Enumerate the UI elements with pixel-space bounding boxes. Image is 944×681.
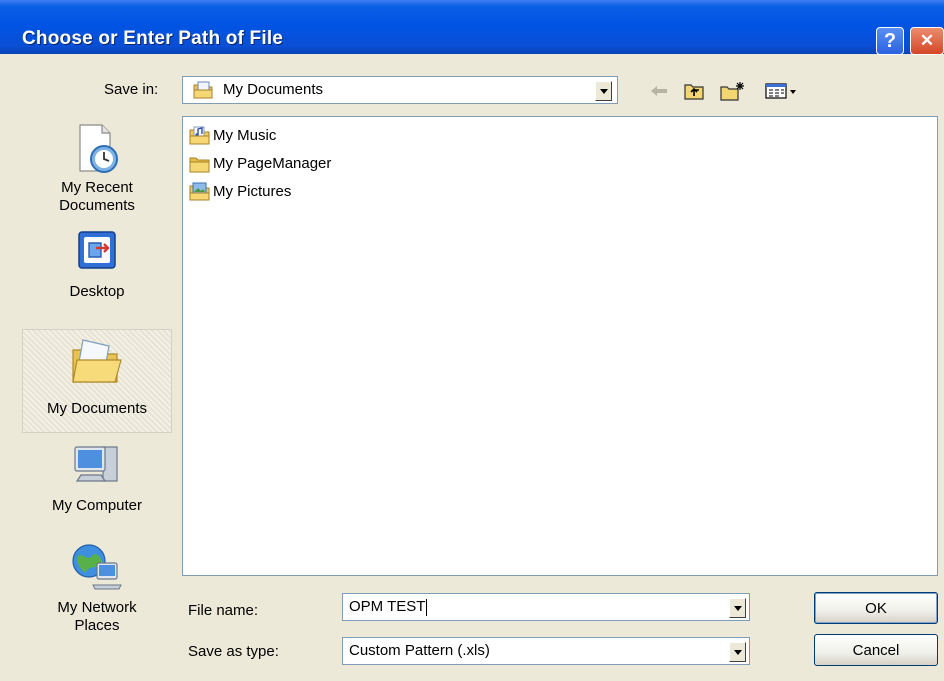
cancel-button-label: Cancel	[852, 641, 900, 659]
file-list[interactable]: My Music My PageManager My Pictures	[182, 116, 938, 576]
list-item[interactable]: My Music	[189, 125, 276, 145]
save-as-type-value: Custom Pattern (.xls)	[349, 642, 490, 659]
my-documents-small-icon	[193, 81, 213, 99]
place-my-computer[interactable]: My Computer	[22, 437, 172, 521]
list-item[interactable]: My Pictures	[189, 181, 291, 201]
pictures-folder-icon	[189, 182, 210, 201]
place-label-line2: Places	[74, 617, 120, 634]
my-documents-icon	[72, 339, 122, 383]
file-name-label: My Music	[213, 126, 277, 144]
new-folder-icon	[720, 82, 744, 101]
file-name-label: File name:	[188, 602, 259, 619]
network-places-icon	[72, 544, 122, 590]
music-folder-icon	[189, 126, 210, 145]
place-label-line1: My Documents	[46, 400, 148, 417]
text-caret	[426, 598, 428, 616]
back-button[interactable]	[648, 80, 670, 102]
chevron-down-icon	[734, 650, 742, 655]
file-name-dropdown-button[interactable]	[729, 598, 746, 618]
place-label-line1: My Network	[57, 599, 137, 616]
places-bar: My Recent Documents Desktop My Documents	[22, 115, 172, 660]
save-in-label: Save in:	[104, 81, 159, 98]
save-as-type-dropdown-button[interactable]	[729, 642, 746, 662]
folder-icon	[189, 157, 210, 173]
place-label-line1: My Computer	[51, 497, 143, 514]
place-label-line2: Documents	[59, 197, 135, 214]
place-label-line1: My Recent	[61, 179, 133, 196]
place-my-documents[interactable]: My Documents	[22, 329, 172, 433]
views-menu-icon	[765, 83, 796, 99]
ok-button[interactable]: OK	[814, 592, 938, 624]
views-menu-button[interactable]	[762, 80, 806, 102]
help-icon: ?	[883, 29, 897, 52]
place-my-recent-documents[interactable]: My Recent Documents	[22, 115, 172, 225]
back-arrow-icon	[651, 86, 667, 96]
cancel-button[interactable]: Cancel	[814, 634, 938, 666]
list-item[interactable]: My PageManager	[189, 153, 331, 173]
save-as-type-dropdown[interactable]: Custom Pattern (.xls)	[342, 637, 750, 665]
save-in-dropdown[interactable]: My Documents	[182, 76, 618, 104]
place-desktop[interactable]: Desktop	[22, 227, 172, 307]
new-folder-button[interactable]	[718, 80, 748, 102]
dialog-title: Choose or Enter Path of File	[22, 28, 284, 49]
help-button[interactable]: ?	[876, 27, 904, 55]
chevron-down-icon	[600, 89, 608, 94]
save-in-value: My Documents	[223, 81, 324, 98]
close-button[interactable]: ✕	[910, 27, 944, 55]
file-name-label: My PageManager	[213, 154, 332, 172]
save-in-dropdown-button[interactable]	[595, 81, 612, 101]
ok-button-label: OK	[865, 599, 887, 617]
file-name-text: OPM TEST	[349, 598, 426, 615]
file-name-label: My Pictures	[213, 182, 292, 200]
file-name-value: OPM TEST	[349, 598, 428, 616]
up-folder-icon	[684, 84, 704, 100]
place-my-network-places[interactable]: My Network Places	[22, 539, 172, 649]
file-name-input[interactable]: OPM TEST	[342, 593, 750, 621]
place-label-line1: Desktop	[69, 283, 125, 300]
save-as-type-label: Save as type:	[188, 643, 279, 660]
save-dialog: Choose or Enter Path of File ? ✕ Save in…	[0, 0, 944, 681]
recent-documents-icon	[79, 124, 118, 173]
title-bar[interactable]: Choose or Enter Path of File ? ✕	[0, 0, 944, 55]
close-icon: ✕	[919, 31, 935, 50]
desktop-icon	[78, 231, 116, 269]
my-computer-icon	[74, 446, 118, 482]
chevron-down-icon	[734, 606, 742, 611]
up-one-level-button[interactable]	[682, 80, 706, 102]
